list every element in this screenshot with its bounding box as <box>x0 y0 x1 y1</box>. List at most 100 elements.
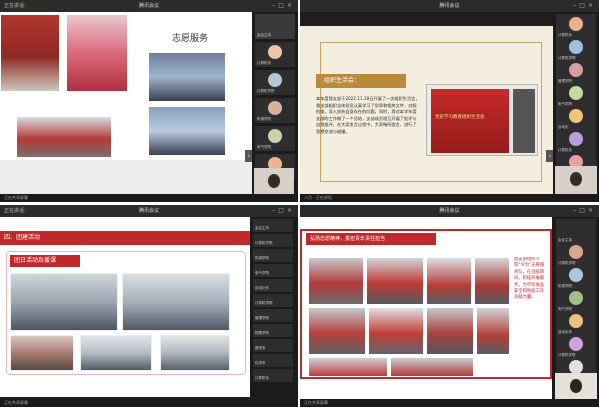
photo-volunteer-7 <box>426 307 474 355</box>
photo-lecture-3 <box>160 335 230 371</box>
participant-tile[interactable]: 自动化系 <box>253 279 293 292</box>
participant-tile[interactable]: 机械学院 <box>556 265 596 290</box>
participant-tile[interactable]: 管理学院 <box>556 60 596 85</box>
participant-tile[interactable]: 化学系 <box>253 354 293 367</box>
participant-name: 电气学院 <box>255 271 269 275</box>
window-title: 腾讯会议 <box>439 208 460 214</box>
shared-slide: 组织生活会： 本年度我支部于2022.11.28日开展了一次组织生活会，我支部组… <box>300 12 553 194</box>
side-text: 团支部组织学院“众为”志愿服务队，在战疫期间，积极开展服务，为学校食品安全和防疫… <box>514 257 545 301</box>
photo-volunteers-red <box>0 14 60 92</box>
avatar <box>569 40 583 54</box>
avatar <box>569 337 583 351</box>
participant-tile[interactable]: 计算机学院 <box>556 37 596 62</box>
title-bar: 腾讯会议 –□× <box>300 205 599 217</box>
participant-tile[interactable]: 电气学院 <box>255 126 295 151</box>
participant-gallery[interactable]: 会议主持 计算机学院 机械学院 电气学院 自动化系 计算机学院 管理学院 <box>553 217 599 399</box>
participant-tile[interactable]: 机械学院 <box>253 249 293 262</box>
avatar <box>268 45 282 59</box>
avatar <box>569 268 583 282</box>
self-camera-view <box>555 373 597 399</box>
participant-tile[interactable]: 自动化 <box>556 106 596 131</box>
slide-footer-area <box>0 160 252 194</box>
meeting-window-bottom-right: 腾讯会议 –□× 弘扬志愿精神，勇担青年责任担当 团支部组织学院“众为”志愿服务… <box>300 205 599 407</box>
participant-tile[interactable]: 计算机系 <box>255 42 295 67</box>
title-bar: 正在讲话： 腾讯会议 –□× <box>0 0 298 12</box>
embedded-title: 党史学习教育组织生活会 <box>435 115 485 120</box>
avatar <box>268 129 282 143</box>
participant-tile[interactable]: 计算机学院 <box>556 334 596 359</box>
avatar <box>569 132 583 146</box>
participant-tile[interactable]: 机械学院 <box>255 98 295 123</box>
status-bar: 正在共享屏幕 <box>0 194 298 202</box>
meeting-window-top-left: 正在讲话： 腾讯会议 –□× 志愿服务 › 会议主持 计算机系 计算机学院 机械… <box>0 0 298 202</box>
banner-title: 组织生活会： <box>316 74 406 88</box>
avatar <box>569 86 583 100</box>
avatar <box>569 314 583 328</box>
participant-name: 管理学院 <box>255 316 269 320</box>
slide-top-band <box>300 12 553 26</box>
window-controls[interactable]: –□× <box>573 205 596 217</box>
subtitle: 团日活动及援课 <box>10 255 80 267</box>
participant-name: 物理学院 <box>255 331 269 335</box>
section-title: 四、团建活动 <box>4 234 41 241</box>
avatar <box>268 101 282 115</box>
participant-tile[interactable]: 计算机系 <box>556 14 596 39</box>
participant-name: 计算机学院 <box>257 89 275 93</box>
participant-name: 计算机系 <box>255 376 269 380</box>
photo-volunteer-10 <box>390 357 474 377</box>
participant-name: 机械学院 <box>255 256 269 260</box>
participant-name: 自动化系 <box>255 286 269 290</box>
status-bar: 正在共享屏幕 <box>300 399 599 407</box>
window-controls[interactable]: –□× <box>272 205 295 217</box>
photo-volunteer-3 <box>426 257 472 305</box>
avatar <box>268 73 282 87</box>
photo-lecture-1 <box>10 335 74 371</box>
slide-body-text: 本年度我支部于2022.11.28日开展了一次组织生活会，我支部组织全体党员认真… <box>316 96 420 134</box>
participant-tile[interactable]: 物理学院 <box>253 324 293 337</box>
participant-tile[interactable]: 计算机系 <box>556 129 596 154</box>
participant-tile[interactable]: 电气学院 <box>253 264 293 277</box>
meeting-status: 正在讲话： <box>4 3 30 9</box>
title-bar: 腾讯会议 –□× <box>300 0 599 12</box>
shared-slide: 志愿服务 <box>0 12 252 160</box>
embedded-screen: 党史学习教育组织生活会 <box>426 84 538 156</box>
window-title: 腾讯会议 <box>138 3 159 9</box>
participant-gallery[interactable]: 会议主持 计算机系 计算机学院 机械学院 电气学院 自动化系 <box>252 12 298 194</box>
embedded-video: 党史学习教育组织生活会 <box>431 89 509 153</box>
participant-gallery[interactable]: 会议主持 计算机学院 机械学院 电气学院 自动化系 计算机学院 管理学院 物理学… <box>250 217 298 399</box>
participant-name: 化学系 <box>255 361 266 365</box>
meeting-window-top-right: 腾讯会议 –□× 组织生活会： 本年度我支部于2022.11.28日开展了一次组… <box>300 0 599 202</box>
photo-volunteer-4 <box>474 257 510 305</box>
participant-tile[interactable]: 计算机学院 <box>253 294 293 307</box>
participant-tile[interactable]: 计算机系 <box>253 369 293 382</box>
face <box>570 172 582 186</box>
avatar <box>569 360 583 374</box>
participant-tile[interactable]: 会议主持 <box>253 219 293 232</box>
status-bar: 八月 · 正在讲话 <box>300 194 599 202</box>
face <box>268 174 280 188</box>
participant-tile[interactable]: 会议主持 <box>255 14 295 39</box>
participant-name: 计算机学院 <box>255 301 273 305</box>
participant-name: 电气学院 <box>257 145 271 149</box>
participant-tile[interactable]: 管理学院 <box>253 309 293 322</box>
participant-name: 计算机学院 <box>255 241 273 245</box>
participant-name: 会议主持 <box>255 226 269 230</box>
participant-name: 会议主持 <box>257 33 271 37</box>
participant-tile[interactable]: 自动化系 <box>556 311 596 336</box>
avatar <box>569 17 583 31</box>
participant-tile[interactable]: 会议主持 <box>556 219 596 244</box>
photo-volunteer-1 <box>308 257 364 305</box>
participant-tile[interactable]: 计算机学院 <box>255 70 295 95</box>
participant-tile[interactable]: 电气学院 <box>556 288 596 313</box>
window-controls[interactable]: –□× <box>573 0 596 12</box>
participant-tile[interactable]: 电气学院 <box>556 83 596 108</box>
participant-tile[interactable]: 计算机学院 <box>253 234 293 247</box>
photo-classroom-1 <box>10 273 118 331</box>
photo-classroom-2 <box>122 273 230 331</box>
shared-slide: 四、团建活动 团日活动及援课 <box>0 217 250 397</box>
status-bar: 正在共享屏幕 <box>0 399 298 407</box>
face <box>570 379 582 393</box>
participant-tile[interactable]: 计算机学院 <box>556 242 596 267</box>
window-controls[interactable]: –□× <box>272 0 295 12</box>
participant-tile[interactable]: 数学系 <box>253 339 293 352</box>
